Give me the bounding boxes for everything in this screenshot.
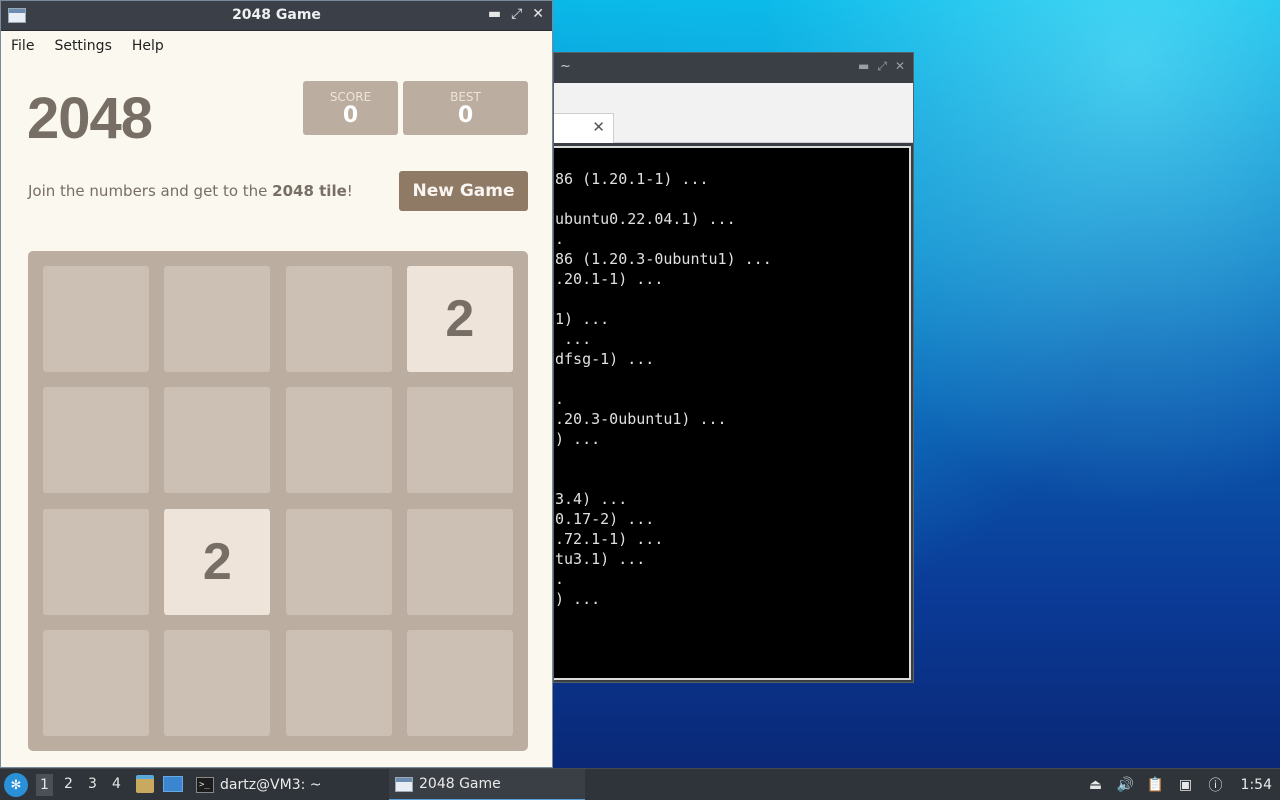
start-menu-icon[interactable]: ✻ [4, 773, 28, 797]
terminal-line: .20.1-1) ... [555, 270, 664, 288]
best-label: BEST [450, 90, 481, 104]
workspace-3[interactable]: 3 [88, 776, 97, 792]
terminal-tab[interactable]: ✕ [554, 113, 614, 143]
score-value: 0 [342, 103, 359, 128]
terminal-line: . [555, 570, 565, 588]
grid-cell [43, 508, 149, 615]
grid-cell [406, 508, 513, 615]
terminal-line: 1) ... [555, 310, 610, 328]
minimize-icon[interactable]: ▬ [858, 59, 869, 74]
clock[interactable]: 1:54 [1241, 777, 1272, 793]
menu-file[interactable]: File [11, 38, 34, 54]
terminal-icon: >_ [196, 777, 214, 793]
workspace-4[interactable]: 4 [112, 776, 121, 792]
terminal-line: . [555, 390, 565, 408]
score-label: SCORE [329, 90, 372, 104]
grid-cell [43, 387, 149, 494]
app-window-icon [395, 776, 413, 792]
game-titlebar[interactable]: 2048 Game ▬ ⤢ ✕ [1, 1, 552, 31]
close-icon[interactable]: ✕ [895, 59, 905, 74]
intro-text: Join the numbers and get to the 2048 til… [28, 182, 353, 200]
volume-icon[interactable]: 🔊 [1117, 776, 1135, 794]
task-terminal-label: dartz@VM3: ~ [220, 777, 322, 793]
grid-cell [285, 387, 392, 494]
terminal-line: 3.4) ... [555, 490, 628, 508]
menubar: File Settings Help [1, 31, 552, 61]
grid-cell [164, 266, 271, 372]
taskbar: ✻ 1 2 3 4 >_ dartz@VM3: ~ 2048 Game ⏏ 🔊 … [0, 768, 1280, 800]
game-window[interactable]: 2048 Game ▬ ⤢ ✕ File Settings Help 2048 … [0, 0, 553, 768]
clipboard-icon[interactable]: 📋 [1147, 776, 1165, 794]
grid-cell [164, 387, 271, 494]
system-tray: ⏏ 🔊 📋 ▣ ⓘ 1:54 [1087, 769, 1280, 800]
grid-cell [406, 387, 513, 494]
terminal-title: ~ [560, 59, 571, 74]
grid-cell [43, 266, 149, 372]
grid-cell [285, 508, 392, 615]
tile: 2 [164, 508, 271, 615]
maximize-icon[interactable]: ⤢ [511, 6, 522, 22]
grid-cell [285, 629, 392, 736]
terminal-line: .72.1-1) ... [555, 530, 664, 548]
task-terminal[interactable]: >_ dartz@VM3: ~ [190, 769, 328, 800]
close-icon[interactable]: ✕ [532, 6, 544, 22]
terminal-window[interactable]: ~ ▬ ⤢ ✕ ✕ 86 (1.20.1-1) ... ubuntu0.22.04… [553, 52, 914, 683]
terminal-line: ... [555, 330, 592, 348]
notification-icon[interactable]: ⓘ [1207, 776, 1225, 794]
terminal-line: 0.17-2) ... [555, 510, 655, 528]
menu-settings[interactable]: Settings [54, 38, 111, 54]
tab-close-icon[interactable]: ✕ [592, 118, 605, 136]
terminal-line: ) ... [555, 430, 601, 448]
intro-prefix: Join the numbers and get to the [28, 182, 273, 200]
terminal-line: 86 (1.20.3-0ubuntu1) ... [555, 250, 772, 268]
terminal-line: . [555, 230, 565, 248]
workspace-2[interactable]: 2 [64, 776, 73, 792]
terminal-line: ubuntu0.22.04.1) ... [555, 210, 736, 228]
workspace-1[interactable]: 1 [36, 774, 53, 796]
grid-cell [164, 629, 271, 736]
terminal-line: 86 (1.20.1-1) ... [555, 170, 709, 188]
terminal-line: ) ... [555, 590, 601, 608]
new-game-button[interactable]: New Game [399, 171, 528, 211]
terminal-output[interactable]: 86 (1.20.1-1) ... ubuntu0.22.04.1) .... 86… [554, 146, 911, 680]
file-manager-icon[interactable] [136, 775, 154, 793]
grid-cell [285, 266, 392, 372]
tile: 2 [406, 266, 513, 372]
terminal-line: tu3.1) ... [555, 550, 646, 568]
task-2048-game[interactable]: 2048 Game [389, 769, 585, 800]
intro-highlight: 2048 tile [272, 182, 347, 200]
best-value: 0 [457, 103, 474, 128]
grid-cell [43, 629, 149, 736]
show-desktop-icon[interactable] [163, 776, 183, 792]
terminal-line: .20.3-0ubuntu1) ... [555, 410, 727, 428]
eject-icon[interactable]: ⏏ [1087, 776, 1105, 794]
score-box: SCORE 0 [303, 81, 398, 135]
terminal-tabbar: ✕ [554, 83, 913, 143]
network-icon[interactable]: ▣ [1177, 776, 1195, 794]
best-box: BEST 0 [403, 81, 528, 135]
task-2048-label: 2048 Game [419, 776, 501, 792]
window-title: 2048 Game [232, 7, 321, 23]
intro-suffix: ! [346, 182, 353, 200]
terminal-titlebar[interactable]: ~ ▬ ⤢ ✕ [554, 53, 913, 83]
terminal-line: dfsg-1) ... [555, 350, 655, 368]
minimize-icon[interactable]: ▬ [488, 6, 501, 22]
grid-cell [406, 629, 513, 736]
maximize-icon[interactable]: ⤢ [877, 59, 887, 74]
menu-help[interactable]: Help [132, 38, 164, 54]
game-board[interactable]: 22 [28, 251, 528, 751]
game-logo: 2048 [27, 86, 153, 151]
